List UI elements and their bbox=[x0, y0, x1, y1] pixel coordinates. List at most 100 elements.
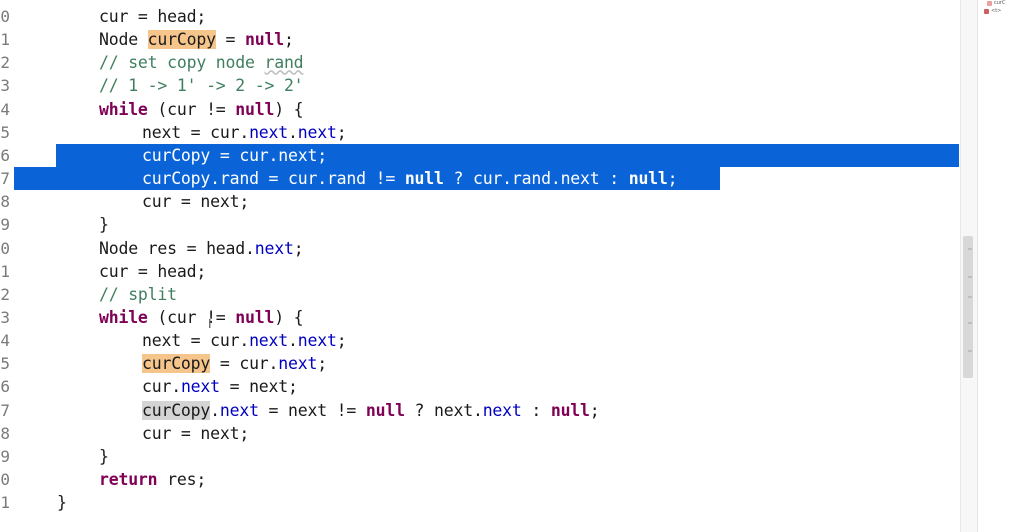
line-number: 1 bbox=[0, 30, 10, 50]
code-token: = next; bbox=[219, 377, 298, 397]
code-token: ? next. bbox=[404, 400, 483, 420]
code-token: : bbox=[521, 400, 551, 420]
code-token: null bbox=[550, 400, 590, 420]
line-number: 7 bbox=[0, 400, 10, 420]
line-number: 8 bbox=[0, 423, 10, 443]
code-token: ) { bbox=[274, 307, 304, 327]
code-line[interactable]: // set copy node rand bbox=[99, 51, 304, 74]
code-token: curCopy bbox=[147, 30, 216, 50]
code-line[interactable]: next = cur.next.next; bbox=[142, 121, 347, 144]
code-line[interactable]: curCopy = cur.next; bbox=[142, 352, 327, 375]
outline-panel: curC <t> bbox=[977, 0, 1023, 532]
code-line[interactable]: next = cur.next.next; bbox=[142, 329, 347, 352]
code-line[interactable]: } bbox=[99, 445, 109, 468]
code-line[interactable]: } bbox=[57, 491, 67, 514]
line-number: 0 bbox=[0, 238, 10, 258]
code-token: } bbox=[57, 493, 67, 513]
line-number: 5 bbox=[0, 122, 10, 142]
line-number: 6 bbox=[0, 145, 10, 165]
line-number: 1 bbox=[0, 493, 10, 513]
code-token: // split bbox=[99, 284, 177, 304]
code-token: curCopy = cur.next; bbox=[142, 145, 327, 165]
code-token: } bbox=[99, 215, 109, 235]
overview-marker[interactable] bbox=[968, 276, 972, 278]
code-line[interactable]: Node curCopy = null; bbox=[99, 28, 294, 51]
line-number: 0 bbox=[0, 7, 10, 26]
code-token: } bbox=[99, 446, 109, 466]
code-token: null bbox=[235, 307, 275, 327]
code-token: ; bbox=[283, 30, 294, 50]
code-token: = cur. bbox=[210, 354, 279, 374]
code-line[interactable]: curCopy.rand = cur.rand != null ? cur.ra… bbox=[142, 167, 678, 190]
code-editor[interactable]: 0 cur = head; 1 Node curCopy = null; 2 // set… bbox=[0, 0, 960, 532]
line-number: 9 bbox=[0, 446, 10, 466]
code-token: ; bbox=[317, 354, 327, 374]
text-cursor-icon: I bbox=[208, 317, 212, 331]
code-line[interactable]: // 1 -> 1' -> 2 -> 2' bbox=[99, 74, 304, 97]
line-number: 4 bbox=[0, 99, 10, 119]
line-number: 5 bbox=[0, 354, 10, 374]
overview-marker[interactable] bbox=[968, 248, 972, 250]
code-token: res; bbox=[157, 470, 207, 489]
code-token: ? cur.rand.next : bbox=[443, 169, 629, 189]
code-token: next bbox=[297, 331, 337, 351]
line-number: 6 bbox=[0, 377, 10, 397]
field-icon bbox=[987, 1, 992, 6]
code-token: curCopy bbox=[142, 354, 211, 374]
code-line[interactable]: } bbox=[99, 213, 109, 236]
code-token: next bbox=[219, 400, 259, 420]
code-line[interactable]: cur.next = next; bbox=[142, 375, 298, 398]
line-number: 3 bbox=[0, 76, 10, 96]
overview-marker[interactable] bbox=[968, 350, 972, 352]
code-token: rand bbox=[264, 53, 304, 73]
code-token: cur = next; bbox=[142, 423, 250, 443]
code-line[interactable]: cur = next; bbox=[142, 422, 249, 445]
code-token: cur = head; bbox=[99, 7, 207, 26]
code-token: next = cur. bbox=[142, 331, 250, 351]
line-number: 3 bbox=[0, 307, 10, 327]
line-number: 9 bbox=[0, 215, 10, 235]
code-token: null bbox=[365, 400, 405, 420]
code-line[interactable]: // split bbox=[99, 283, 177, 306]
overview-marker[interactable] bbox=[968, 322, 972, 324]
code-token: Node bbox=[99, 30, 148, 50]
code-token: next bbox=[278, 354, 318, 374]
code-line[interactable]: cur = next; bbox=[142, 190, 249, 213]
code-line[interactable]: return res; bbox=[99, 468, 206, 491]
outline-item[interactable]: curC bbox=[994, 0, 1005, 6]
line-number: 8 bbox=[0, 192, 10, 212]
code-token: Node res = head. bbox=[99, 238, 255, 258]
code-line[interactable]: curCopy = cur.next; bbox=[142, 144, 327, 167]
code-line[interactable]: Node res = head.next; bbox=[99, 237, 304, 260]
code-token: while bbox=[99, 307, 148, 327]
overview-marker[interactable] bbox=[968, 296, 972, 298]
line-number: 4 bbox=[0, 331, 10, 351]
code-token: // 1 -> 1' -> 2 -> 2' bbox=[99, 76, 304, 96]
code-token: ; bbox=[336, 122, 347, 142]
code-token: cur = head; bbox=[99, 261, 207, 281]
code-token: // set copy node bbox=[99, 53, 265, 73]
vertical-scrollbar[interactable] bbox=[960, 0, 977, 532]
code-token: next bbox=[254, 238, 294, 258]
code-token: . bbox=[210, 400, 220, 420]
scrollbar-thumb[interactable] bbox=[963, 236, 973, 378]
code-token: . bbox=[288, 122, 298, 142]
line-number: 1 bbox=[0, 261, 10, 281]
code-token: curCopy bbox=[142, 400, 211, 420]
line-number: 7 bbox=[0, 169, 10, 189]
code-token: ; bbox=[336, 331, 347, 351]
code-line[interactable]: while (cur != null) { bbox=[99, 98, 304, 121]
code-line[interactable]: cur = head; bbox=[99, 5, 206, 28]
code-line[interactable]: curCopy.next = next != null ? next.next … bbox=[142, 399, 600, 422]
code-token: return bbox=[99, 470, 158, 489]
code-token: curCopy.rand = cur.rand != bbox=[142, 169, 405, 189]
code-line[interactable]: while (cur != null) { bbox=[99, 306, 304, 329]
line-number: 0 bbox=[0, 470, 10, 489]
code-token: (cur != bbox=[147, 99, 236, 119]
outline-item[interactable]: <t> bbox=[991, 8, 1001, 14]
code-token: . bbox=[288, 331, 298, 351]
code-token: next bbox=[249, 122, 289, 142]
code-token: null bbox=[404, 169, 444, 189]
code-token: ; bbox=[667, 169, 678, 189]
code-line[interactable]: cur = head; bbox=[99, 260, 206, 283]
